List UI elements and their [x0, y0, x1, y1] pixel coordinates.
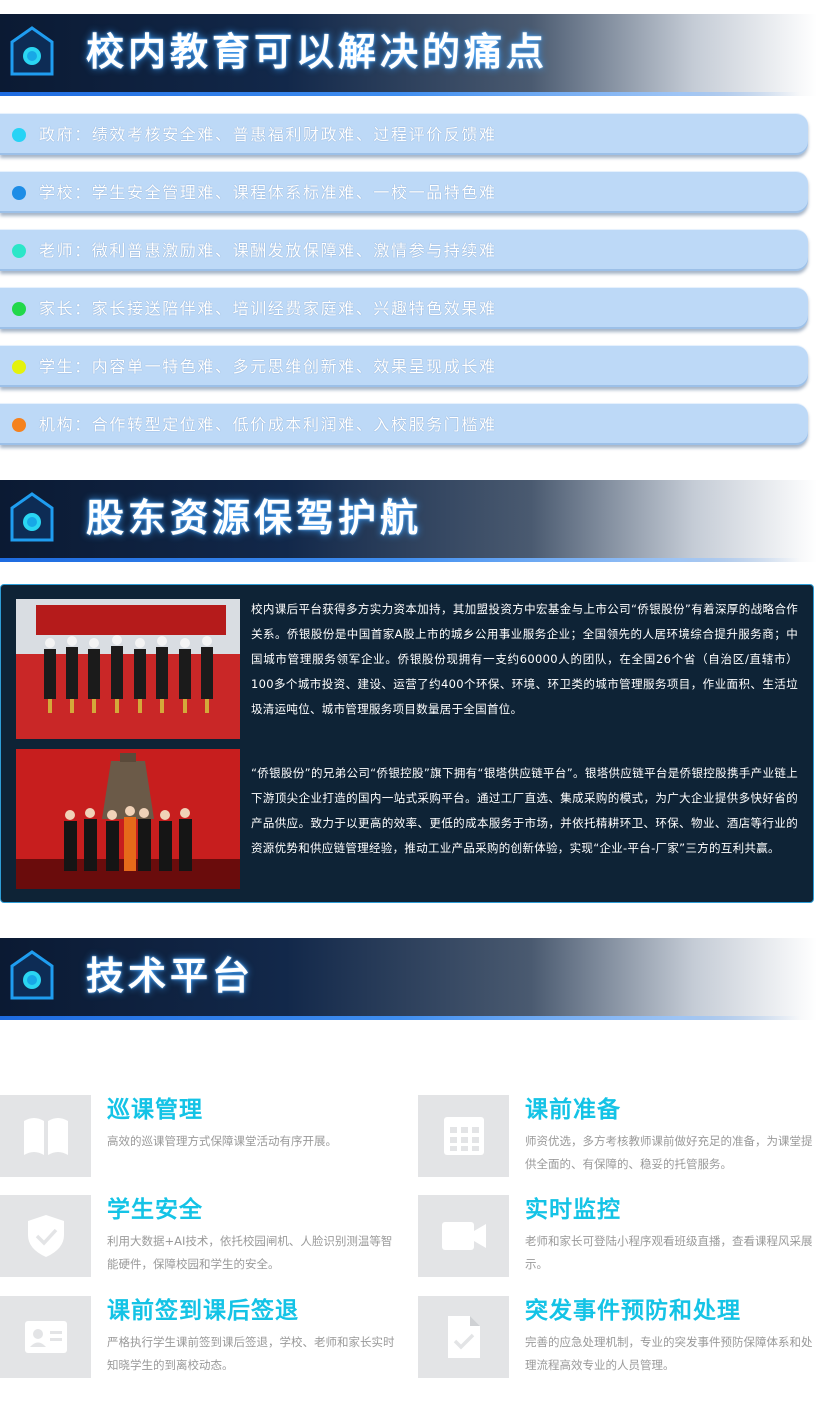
id-card-icon — [25, 1321, 67, 1353]
pain-point-item: 政府：绩效考核安全难、普惠福利财政难、过程评价反馈难 — [0, 113, 808, 155]
feature-title: 实时监控 — [525, 1197, 621, 1223]
feature-description: 老师和家长可登陆小程序观看班级直播，查看课程风采展示。 — [525, 1234, 813, 1271]
feature-title: 突发事件预防和处理 — [525, 1298, 741, 1324]
pain-point-text: 机构：合作转型定位难、低价成本利润难、入校服务门槛难 — [39, 415, 497, 434]
house-logo-icon — [10, 950, 54, 1000]
pain-point-item: 学校：学生安全管理难、课程体系标准难、一校一品特色难 — [0, 171, 808, 213]
feature-icon-box — [0, 1195, 91, 1277]
feature-description: 师资优选，多方考核教师课前做好充足的准备，为课堂提供全面的、有保障的、稳妥的托管… — [525, 1134, 813, 1171]
pain-point-text: 家长：家长接送陪伴难、培训经费家庭难、兴趣特色效果难 — [39, 299, 497, 318]
groundbreaking-ceremony-photo — [16, 599, 240, 739]
feature-realtime-monitoring: 实时监控 老师和家长可登陆小程序观看班级直播，查看课程风采展示。 — [418, 1195, 817, 1277]
bullet-dot-icon — [12, 418, 26, 432]
feature-emergency-handling: 突发事件预防和处理 完善的应急处理机制，专业的突发事件预防保障体系和处理流程高效… — [418, 1296, 817, 1378]
shareholder-paragraph-1: 校内课后平台获得多方实力资本加持，其加盟投资方中宏基金与上市公司“侨银股份”有着… — [251, 602, 798, 716]
pain-point-text: 学生：内容单一特色难、多元思维创新难、效果呈现成长难 — [39, 357, 497, 376]
section-header-pain-points: 校内教育可以解决的痛点 — [0, 14, 817, 96]
feature-title: 巡课管理 — [107, 1097, 203, 1123]
section-header-tech: 技术平台 — [0, 938, 817, 1020]
feature-title: 课前签到课后签退 — [107, 1298, 299, 1324]
section-title: 校内教育可以解决的痛点 — [86, 30, 549, 74]
header-underline — [0, 558, 800, 562]
feature-description: 利用大数据+AI技术，依托校园闸机、人脸识别测温等智能硬件，保障校园和学生的安全… — [107, 1234, 393, 1271]
section-title: 股东资源保驾护航 — [86, 496, 423, 540]
bullet-dot-icon — [12, 360, 26, 374]
bullet-dot-icon — [12, 302, 26, 316]
feature-icon-box — [418, 1095, 509, 1177]
pain-point-text: 政府：绩效考核安全难、普惠福利财政难、过程评价反馈难 — [39, 125, 497, 144]
house-logo-icon — [10, 26, 54, 76]
pain-point-text: 学校：学生安全管理难、课程体系标准难、一校一品特色难 — [39, 183, 497, 202]
pain-point-text: 老师：微利普惠激励难、课酬发放保障难、激情参与持续难 — [39, 241, 497, 260]
bell-ceremony-photo — [16, 749, 240, 889]
feature-description: 高效的巡课管理方式保障课堂活动有序开展。 — [107, 1134, 337, 1148]
feature-icon-box — [0, 1095, 91, 1177]
feature-patrol-management: 巡课管理 高效的巡课管理方式保障课堂活动有序开展。 — [0, 1095, 400, 1177]
feature-title: 课前准备 — [525, 1097, 621, 1123]
pain-point-item: 机构：合作转型定位难、低价成本利润难、入校服务门槛难 — [0, 403, 808, 445]
section-title: 技术平台 — [86, 954, 255, 998]
feature-description: 严格执行学生课前签到课后签退，学校、老师和家长实时知晓学生的到离校动态。 — [107, 1335, 395, 1372]
feature-icon-box — [418, 1296, 509, 1378]
shareholder-paragraph-2: “侨银股份”的兄弟公司“侨银控股”旗下拥有“银塔供应链平台”。银塔供应链平台是侨… — [251, 766, 798, 855]
house-logo-icon — [10, 492, 54, 542]
bullet-dot-icon — [12, 128, 26, 142]
feature-check-in-out: 课前签到课后签退 严格执行学生课前签到课后签退，学校、老师和家长实时知晓学生的到… — [0, 1296, 400, 1378]
feature-icon-box — [0, 1296, 91, 1378]
pain-point-item: 家长：家长接送陪伴难、培训经费家庭难、兴趣特色效果难 — [0, 287, 808, 329]
header-underline — [0, 92, 800, 96]
pain-point-item: 学生：内容单一特色难、多元思维创新难、效果呈现成长难 — [0, 345, 808, 387]
video-camera-icon — [442, 1222, 486, 1250]
feature-title: 学生安全 — [107, 1197, 203, 1223]
feature-class-preparation: 课前准备 师资优选，多方考核教师课前做好充足的准备，为课堂提供全面的、有保障的、… — [418, 1095, 817, 1177]
feature-student-safety: 学生安全 利用大数据+AI技术，依托校园闸机、人脸识别测温等智能硬件，保障校园和… — [0, 1195, 400, 1277]
feature-description: 完善的应急处理机制，专业的突发事件预防保障体系和处理流程高效专业的人员管理。 — [525, 1335, 813, 1372]
book-icon — [24, 1118, 68, 1155]
document-check-icon — [448, 1316, 480, 1358]
calendar-icon — [444, 1117, 484, 1155]
bullet-dot-icon — [12, 186, 26, 200]
header-underline — [0, 1016, 800, 1020]
pain-point-item: 老师：微利普惠激励难、课酬发放保障难、激情参与持续难 — [0, 229, 808, 271]
bullet-dot-icon — [12, 244, 26, 258]
shield-check-icon — [28, 1215, 64, 1257]
shareholder-panel: 校内课后平台获得多方实力资本加持，其加盟投资方中宏基金与上市公司“侨银股份”有着… — [0, 584, 814, 903]
feature-icon-box — [418, 1195, 509, 1277]
section-header-shareholders: 股东资源保驾护航 — [0, 480, 817, 562]
